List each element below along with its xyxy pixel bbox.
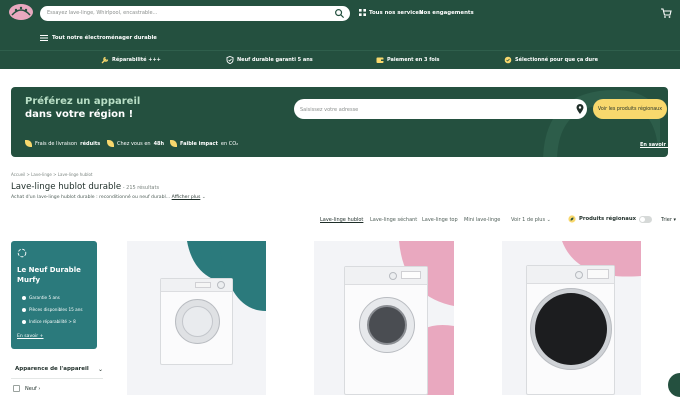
- promo-more-link[interactable]: En savoir +: [640, 142, 672, 148]
- wrench-icon: [101, 56, 109, 64]
- wallet-icon: [376, 57, 384, 63]
- check-dot-icon: [22, 295, 26, 300]
- search-icon[interactable]: [334, 8, 345, 19]
- feature-delivery: Frais de livraison réduits: [25, 140, 100, 147]
- cart-icon[interactable]: [660, 7, 672, 19]
- subtitle-text: Achat d'un lave-linge hublot durable : r…: [11, 195, 171, 200]
- page-title-text: Lave-linge hublot durable: [11, 182, 122, 192]
- page-title: Lave-linge hublot durable - 215 résultat…: [11, 182, 159, 192]
- tab-see-more[interactable]: Voir 1 de plus ⌄: [511, 217, 551, 223]
- show-more-link[interactable]: Afficher plus: [172, 195, 201, 200]
- filter-divider: [11, 378, 103, 379]
- shield-check-icon: [226, 56, 234, 64]
- washing-machine-image: [344, 266, 428, 395]
- neuf-option-label[interactable]: Neuf ›: [25, 386, 40, 392]
- chevron-down-icon[interactable]: ⌄: [98, 366, 103, 373]
- hamburger-icon: [40, 35, 48, 41]
- benefit-selection: Sélectionné pour que ça dure: [504, 56, 598, 64]
- neuf-item-warranty: Garantie 5 ans: [22, 295, 60, 300]
- filter-appearance-header[interactable]: Apparence de l'appareil: [15, 366, 89, 372]
- tab-lave-linge-sechant[interactable]: Lave-linge séchant: [370, 217, 417, 223]
- leaf-icon: [25, 140, 32, 147]
- breadcrumb[interactable]: Accueil > Lave-linge > Lave-linge hublot: [11, 172, 93, 177]
- leaf-badge-icon: [568, 215, 576, 223]
- leaf-icon: [107, 140, 114, 147]
- benefit-payment: Paiement en 3 fois: [376, 56, 440, 64]
- benefit-repairability: Réparabilité +++: [101, 56, 161, 64]
- menu-label: Tout notre électroménager durable: [52, 35, 157, 41]
- product-card[interactable]: [502, 241, 641, 395]
- address-placeholder: Saisissez votre adresse: [300, 107, 359, 113]
- regional-switch[interactable]: [639, 215, 653, 223]
- feature-speed: Chez vous en 48h: [107, 140, 164, 147]
- grid-icon: [359, 9, 366, 16]
- result-count: - 215 résultats: [121, 185, 160, 191]
- neuf-more-link[interactable]: En savoir +: [17, 334, 44, 339]
- neuf-item-repairability: Indice réparabilité > 8: [22, 319, 76, 324]
- regional-label: Produits régionaux: [579, 216, 637, 222]
- page-subtitle: Achat d'un lave-linge hublot durable : r…: [11, 195, 206, 200]
- promo-title-line2: dans votre région !: [25, 109, 134, 120]
- neuf-item-parts: Pièces disponibles 15 ans: [22, 307, 83, 312]
- all-products-menu[interactable]: Tout notre électroménager durable: [40, 35, 157, 41]
- refresh-circle-icon: [17, 248, 27, 258]
- promo-title-line1: Préférez un appareil: [25, 96, 141, 107]
- sort-dropdown[interactable]: Trier ▾: [661, 217, 676, 223]
- tab-mini-lave-linge[interactable]: Mini lave-linge: [464, 217, 500, 223]
- neuf-durable-title: Le Neuf Durable Murfy: [17, 266, 81, 284]
- nav-engagements-link[interactable]: Nos engagements: [419, 10, 474, 16]
- tab-lave-linge-hublot[interactable]: Lave-linge hublot: [320, 217, 363, 223]
- tab-lave-linge-top[interactable]: Lave-linge top: [422, 217, 458, 223]
- nav-services-label: Tous nos services: [369, 9, 423, 16]
- benefit-warranty: Neuf durable garanti 5 ans: [226, 56, 313, 64]
- feature-impact: Faible impact en CO₂: [170, 140, 238, 147]
- nav-services-link[interactable]: Tous nos services: [359, 9, 422, 16]
- search-placeholder: Essayez lave-linge, Whirlpool, encastrab…: [47, 10, 158, 16]
- murfy-logo-icon[interactable]: [8, 3, 34, 21]
- product-card[interactable]: [314, 241, 454, 395]
- see-regional-products-button[interactable]: Voir les produits régionaux: [593, 99, 667, 119]
- badge-icon: [504, 56, 512, 64]
- check-dot-icon: [22, 307, 26, 312]
- neuf-checkbox[interactable]: [13, 385, 20, 392]
- product-card[interactable]: [127, 241, 266, 395]
- regional-products-toggle[interactable]: Produits régionaux: [568, 215, 653, 223]
- check-dot-icon: [22, 319, 26, 324]
- decorative-arc-icon: [543, 89, 660, 157]
- washing-machine-image: [160, 278, 233, 365]
- leaf-icon: [170, 140, 177, 147]
- location-pin-icon: [576, 104, 584, 114]
- chevron-down-icon[interactable]: ⌄: [202, 195, 206, 200]
- chat-button[interactable]: [668, 373, 680, 397]
- washing-machine-image: [526, 265, 615, 395]
